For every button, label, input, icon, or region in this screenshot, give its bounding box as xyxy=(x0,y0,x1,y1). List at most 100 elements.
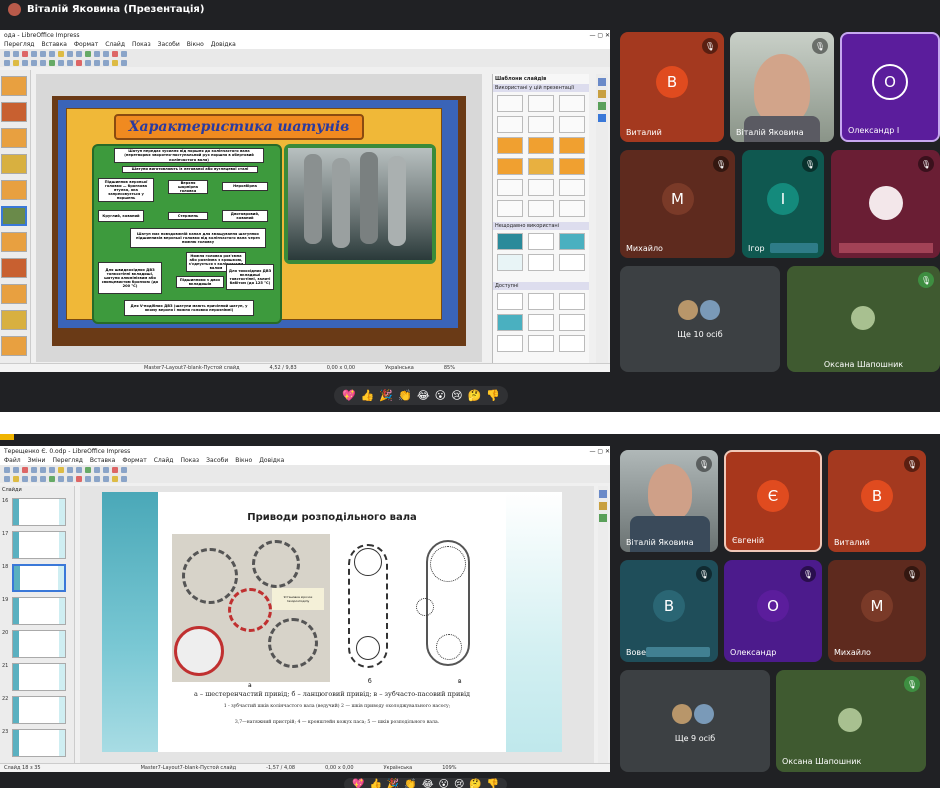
symbol-icon[interactable] xyxy=(76,59,82,66)
master-slide-thumbnail[interactable] xyxy=(559,116,585,133)
menu-file[interactable]: Файл xyxy=(4,457,21,464)
line-icon[interactable] xyxy=(22,475,28,482)
undo-icon[interactable] xyxy=(67,50,73,57)
participant-tile[interactable]: 🎙 Оксана Шапошник xyxy=(776,670,926,772)
reaction-heart[interactable]: 💖 xyxy=(352,779,364,788)
master-slide-thumbnail[interactable] xyxy=(559,137,585,154)
reaction-sad[interactable]: 😢 xyxy=(451,389,462,402)
open-icon[interactable] xyxy=(13,466,19,473)
table-icon[interactable] xyxy=(85,50,91,57)
callout-icon[interactable] xyxy=(103,59,109,66)
slide-canvas[interactable]: Приводи розподільного вала Установка зір… xyxy=(102,492,562,752)
participant-tile-video[interactable]: 🎙 Віталій Яковина xyxy=(730,32,834,142)
chart-icon[interactable] xyxy=(103,50,109,57)
menu-window[interactable]: Вікно xyxy=(235,457,252,464)
properties-icon[interactable] xyxy=(599,490,607,498)
master-slide-thumbnail[interactable] xyxy=(528,293,554,310)
slide-thumbnail[interactable] xyxy=(1,284,27,304)
copy-icon[interactable] xyxy=(49,50,55,57)
3d-icon[interactable] xyxy=(121,59,127,66)
paste-icon[interactable] xyxy=(58,50,64,57)
slide-thumbnail[interactable] xyxy=(12,597,66,625)
slide-thumbnail[interactable] xyxy=(1,258,27,278)
reaction-clap[interactable]: 👏 xyxy=(404,779,416,788)
participant-tile[interactable]: 🎙 М Михайло xyxy=(620,150,735,258)
slide-thumbnail[interactable] xyxy=(1,310,27,330)
menu-view[interactable]: Перегляд xyxy=(4,41,34,48)
textbox-icon[interactable] xyxy=(112,466,118,473)
master-slide-thumbnail[interactable] xyxy=(559,95,585,112)
master-slide-thumbnail[interactable] xyxy=(528,200,554,217)
slide-thumbnail[interactable] xyxy=(1,180,27,200)
fill-icon[interactable] xyxy=(13,475,19,482)
menu-slide[interactable]: Слайд xyxy=(105,41,125,48)
master-slide-thumbnail[interactable] xyxy=(497,179,523,196)
properties-icon[interactable] xyxy=(598,78,606,86)
3d-icon[interactable] xyxy=(121,475,127,482)
textbox-icon[interactable] xyxy=(112,50,118,57)
status-zoom[interactable]: 109% xyxy=(442,765,456,771)
slide-thumbnail[interactable] xyxy=(12,696,66,724)
curve-icon[interactable] xyxy=(58,475,64,482)
master-slide-thumbnail[interactable] xyxy=(497,233,523,250)
menu-show[interactable]: Показ xyxy=(132,41,151,48)
participant-tile-video[interactable]: 🎙 Віталій Яковина xyxy=(620,450,718,552)
new-icon[interactable] xyxy=(4,466,10,473)
participant-tile[interactable]: 🎙 М Михайло xyxy=(828,560,926,662)
reaction-clap[interactable]: 👏 xyxy=(398,389,412,402)
ellipse-icon[interactable] xyxy=(40,475,46,482)
styles-icon[interactable] xyxy=(598,90,606,98)
flowchart-icon[interactable] xyxy=(94,475,100,482)
cut-icon[interactable] xyxy=(40,50,46,57)
line-icon[interactable] xyxy=(22,59,28,66)
participant-tile[interactable]: 🎙 Оксана Шапошник xyxy=(787,266,940,372)
master-slide-thumbnail[interactable] xyxy=(528,137,554,154)
arrow-icon[interactable] xyxy=(49,59,55,66)
master-slide-thumbnail[interactable] xyxy=(559,254,585,271)
slide-canvas[interactable]: Характеристика шатунів Шатун передає зус… xyxy=(52,96,466,346)
master-slide-thumbnail[interactable] xyxy=(497,137,523,154)
menu-format[interactable]: Формат xyxy=(122,457,146,464)
undo-icon[interactable] xyxy=(67,466,73,473)
slide-thumbnail[interactable] xyxy=(1,154,27,174)
master-slide-thumbnail[interactable] xyxy=(528,254,554,271)
participant-tile[interactable]: 🎙 В Виталий xyxy=(620,32,724,142)
master-slide-thumbnail[interactable] xyxy=(528,116,554,133)
menu-tools[interactable]: Засоби xyxy=(206,457,228,464)
master-slide-thumbnail[interactable] xyxy=(559,314,585,331)
reaction-surprise[interactable]: 😮 xyxy=(435,389,446,402)
open-icon[interactable] xyxy=(13,50,19,57)
master-slide-thumbnail[interactable] xyxy=(497,293,523,310)
shapes-icon[interactable] xyxy=(67,475,73,482)
reaction-party[interactable]: 🎉 xyxy=(387,779,399,788)
reaction-surprise[interactable]: 😮 xyxy=(439,779,449,788)
menu-insert[interactable]: Вставка xyxy=(90,457,115,464)
master-slide-thumbnail[interactable] xyxy=(528,158,554,175)
select-icon[interactable] xyxy=(4,475,10,482)
reaction-laugh[interactable]: 😂 xyxy=(417,389,430,402)
flowchart-icon[interactable] xyxy=(94,59,100,66)
shapes-icon[interactable] xyxy=(67,59,73,66)
participant-tile[interactable]: 🎙 xyxy=(831,150,940,258)
block-arrow-icon[interactable] xyxy=(85,59,91,66)
save-icon[interactable] xyxy=(22,50,28,57)
participant-tile-active[interactable]: О Олександр І xyxy=(840,32,940,142)
styles-icon[interactable] xyxy=(599,502,607,510)
slide-thumbnail[interactable] xyxy=(1,102,27,122)
master-slide-thumbnail[interactable] xyxy=(497,335,523,352)
callout-icon[interactable] xyxy=(103,475,109,482)
slide-thumbnail-selected[interactable] xyxy=(1,206,27,226)
master-slides-icon[interactable] xyxy=(598,114,606,122)
block-arrow-icon[interactable] xyxy=(85,475,91,482)
reaction-thinking[interactable]: 🤔 xyxy=(468,389,482,402)
menu-view[interactable]: Перегляд xyxy=(52,457,82,464)
master-slide-thumbnail[interactable] xyxy=(497,116,523,133)
master-slide-thumbnail[interactable] xyxy=(559,200,585,217)
select-icon[interactable] xyxy=(4,59,10,66)
slide-thumbnail[interactable] xyxy=(12,498,66,526)
master-slide-thumbnail[interactable] xyxy=(528,335,554,352)
gallery-icon[interactable] xyxy=(599,514,607,522)
slide-thumbnail[interactable] xyxy=(12,663,66,691)
save-icon[interactable] xyxy=(22,466,28,473)
redo-icon[interactable] xyxy=(76,466,82,473)
